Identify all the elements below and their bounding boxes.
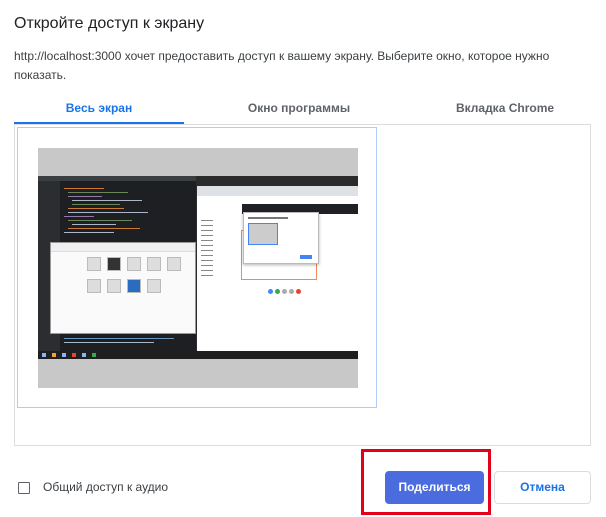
dialog-title: Откройте доступ к экрану xyxy=(14,15,205,32)
screen-preview-image xyxy=(38,176,358,359)
share-audio-label: Общий доступ к аудио xyxy=(43,480,169,494)
tab-application-window[interactable]: Окно программы xyxy=(184,96,414,124)
share-button-highlight-frame xyxy=(361,449,491,515)
dialog-description: http://localhost:3000 хочет предоставить… xyxy=(14,49,550,82)
source-list-panel xyxy=(14,124,591,446)
share-audio-checkbox[interactable] xyxy=(18,482,30,494)
tab-entire-screen[interactable]: Весь экран xyxy=(14,96,184,124)
ide-window-preview xyxy=(38,176,196,351)
cancel-button[interactable]: Отмена xyxy=(494,471,591,504)
tab-chrome-tab[interactable]: Вкладка Chrome xyxy=(419,96,591,124)
file-explorer-preview xyxy=(50,242,196,334)
entire-screen-source[interactable] xyxy=(17,127,377,408)
source-tabs: Весь экран Окно программы Вкладка Chrome xyxy=(14,96,591,124)
screen-thumbnail xyxy=(38,148,358,388)
browser-window-preview xyxy=(197,186,358,351)
